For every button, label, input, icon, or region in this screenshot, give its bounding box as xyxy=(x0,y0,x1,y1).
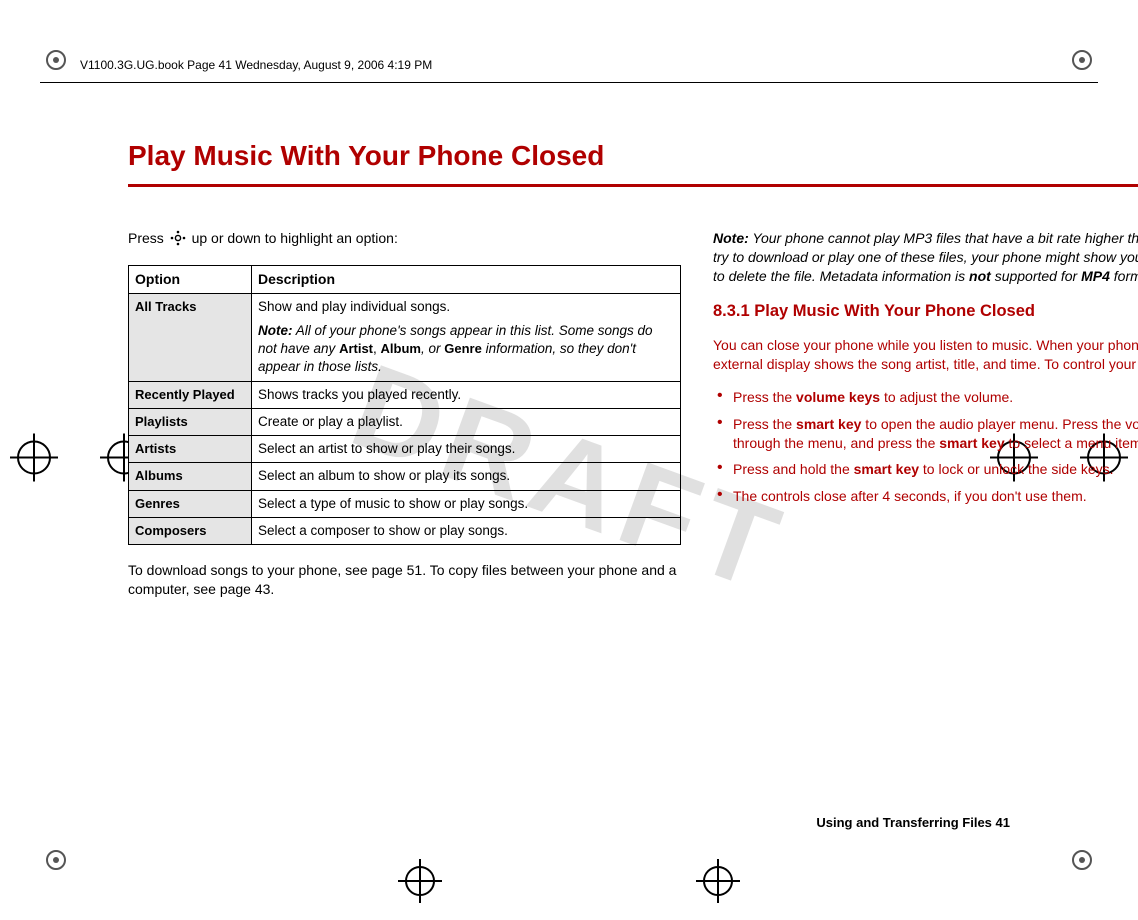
table-row: Playlists Create or play a playlist. xyxy=(129,408,681,435)
crop-mark-icon xyxy=(44,848,68,872)
list-text: Press and hold the xyxy=(733,461,854,477)
option-note: Note: All of your phone's songs appear i… xyxy=(258,322,674,377)
page-content: 8.3.1 Play Music With Your Phone Closed … xyxy=(128,140,1138,613)
after-table-text: To download songs to your phone, see pag… xyxy=(128,561,681,599)
footer-page-number: 41 xyxy=(996,815,1010,830)
list-text: Press the xyxy=(733,416,796,432)
list-item: The controls close after 4 seconds, if y… xyxy=(713,487,1138,506)
note-bold: Album xyxy=(381,341,421,356)
note-bold: Genre xyxy=(444,341,482,356)
table-header-option: Option xyxy=(129,265,252,293)
note-text: formatted files. xyxy=(1110,268,1138,284)
option-description: Select a type of music to show or play s… xyxy=(252,490,681,517)
intro-text: Press up or down to highlight an option: xyxy=(128,229,681,251)
registration-mark-icon xyxy=(10,434,58,487)
crop-mark-icon xyxy=(1070,848,1094,872)
nav-dot-icon xyxy=(170,230,186,251)
crop-mark-icon xyxy=(1070,48,1094,72)
list-text: to select a menu item. xyxy=(1005,435,1138,451)
list-text: to adjust the volume. xyxy=(880,389,1013,405)
list-item: Press the smart key to open the audio pl… xyxy=(713,415,1138,453)
section-title: Play Music With Your Phone Closed xyxy=(128,140,1138,172)
list-bold: smart key xyxy=(854,461,919,477)
option-label: All Tracks xyxy=(129,293,252,381)
note-sep: , xyxy=(373,341,381,356)
registration-mark-icon xyxy=(398,859,442,908)
table-row: Recently Played Shows tracks you played … xyxy=(129,381,681,408)
table-row: Albums Select an album to show or play i… xyxy=(129,463,681,490)
note-bold: not xyxy=(969,268,991,284)
title-rule xyxy=(128,184,1138,187)
intro-text-a: Press xyxy=(128,230,168,246)
option-label: Playlists xyxy=(129,408,252,435)
list-text: Press the xyxy=(733,389,796,405)
note-bold: MP4 xyxy=(1081,268,1110,284)
option-desc-main: Show and play individual songs. xyxy=(258,298,674,316)
option-description: Shows tracks you played recently. xyxy=(252,381,681,408)
intro-text-b: up or down to highlight an option: xyxy=(192,230,398,246)
table-row: Artists Select an artist to show or play… xyxy=(129,436,681,463)
list-text: The controls close after 4 seconds, if y… xyxy=(733,488,1087,504)
header-rule xyxy=(40,82,1098,83)
option-description: Create or play a playlist. xyxy=(252,408,681,435)
instruction-list: Press the volume keys to adjust the volu… xyxy=(713,388,1138,506)
option-label: Composers xyxy=(129,517,252,544)
table-header-description: Description xyxy=(252,265,681,293)
table-row: All Tracks Show and play individual song… xyxy=(129,293,681,381)
left-column: Press up or down to highlight an option:… xyxy=(128,215,681,613)
subsection-heading: 8.3.1 Play Music With Your Phone Closed xyxy=(713,300,1138,322)
right-column: Note: Your phone cannot play MP3 files t… xyxy=(713,215,1138,613)
note-bold: Artist xyxy=(339,341,373,356)
subsection-intro: You can close your phone while you liste… xyxy=(713,336,1138,374)
registration-mark-icon xyxy=(696,859,740,908)
options-table: Option Description All Tracks Show and p… xyxy=(128,265,681,545)
crop-mark-icon xyxy=(44,48,68,72)
note-sep: , or xyxy=(421,341,444,356)
list-item: Press and hold the smart key to lock or … xyxy=(713,460,1138,479)
option-description: Select an album to show or play its song… xyxy=(252,463,681,490)
option-label: Genres xyxy=(129,490,252,517)
note-label: Note: xyxy=(713,230,749,246)
note-text: supported for xyxy=(991,268,1081,284)
list-item: Press the volume keys to adjust the volu… xyxy=(713,388,1138,407)
footer-chapter: Using and Transferring Files xyxy=(816,815,992,830)
table-row: Genres Select a type of music to show or… xyxy=(129,490,681,517)
option-label: Albums xyxy=(129,463,252,490)
option-description: Show and play individual songs. Note: Al… xyxy=(252,293,681,381)
option-description: Select a composer to show or play songs. xyxy=(252,517,681,544)
note-label: Note: xyxy=(258,323,293,338)
option-label: Recently Played xyxy=(129,381,252,408)
list-bold: smart key xyxy=(796,416,861,432)
table-row: Composers Select a composer to show or p… xyxy=(129,517,681,544)
list-bold: smart key xyxy=(939,435,1004,451)
list-text: to lock or unlock the side keys. xyxy=(919,461,1114,477)
document-header-meta: V1100.3G.UG.book Page 41 Wednesday, Augu… xyxy=(80,58,432,72)
page-footer: Using and Transferring Files 41 xyxy=(816,815,1010,830)
mp3-note: Note: Your phone cannot play MP3 files t… xyxy=(713,229,1138,286)
option-description: Select an artist to show or play their s… xyxy=(252,436,681,463)
list-bold: volume keys xyxy=(796,389,880,405)
option-label: Artists xyxy=(129,436,252,463)
